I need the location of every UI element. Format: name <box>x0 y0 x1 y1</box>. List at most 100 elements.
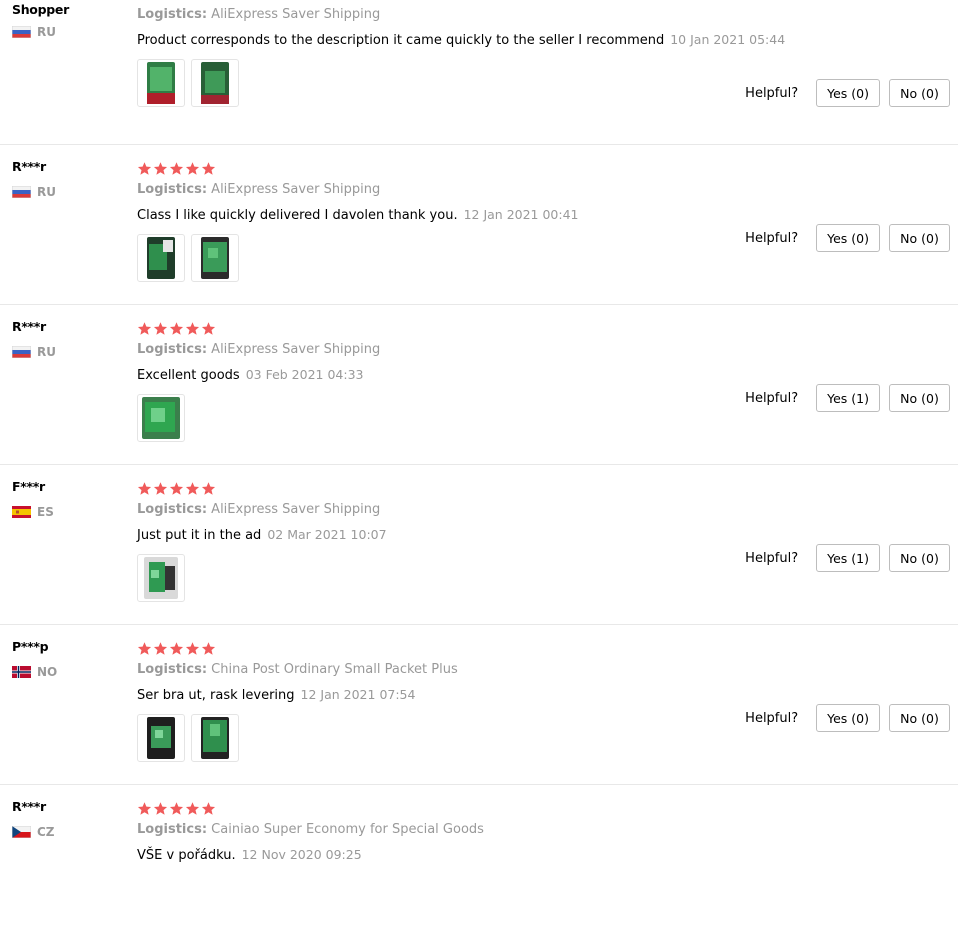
helpful-vote: Helpful? Yes (1) No (0) <box>745 544 950 572</box>
logistics-line: Logistics: Cainiao Super Economy for Spe… <box>137 822 958 838</box>
star-icon <box>201 161 216 175</box>
review-date: 02 Mar 2021 10:07 <box>267 527 387 542</box>
star-icon <box>185 0 200 1</box>
logistics-method: AliExpress Saver Shipping <box>211 182 381 197</box>
review-text: Excellent goods <box>137 368 240 383</box>
review-text: Class I like quickly delivered I davolen… <box>137 208 458 223</box>
logistics-method: AliExpress Saver Shipping <box>211 7 381 22</box>
logistics-method: AliExpress Saver Shipping <box>211 342 381 357</box>
review-text-line: Just put it in the ad 02 Mar 2021 10:07 <box>137 527 958 544</box>
reviewer-country: CZ <box>12 825 127 839</box>
country-code: CZ <box>37 825 55 839</box>
flag-ru-icon <box>12 346 31 358</box>
star-icon <box>137 801 152 815</box>
country-code: ES <box>37 505 54 519</box>
product-photo-icon <box>147 717 175 759</box>
reviewer-info: R***r RU <box>12 158 127 199</box>
reviewer-name: R***r <box>12 319 46 334</box>
reviewer-name: F***r <box>12 479 45 494</box>
star-rating <box>137 0 958 2</box>
helpful-no-button[interactable]: No (0) <box>889 704 950 732</box>
helpful-yes-button[interactable]: Yes (0) <box>816 79 880 107</box>
flag-cz-icon <box>12 826 31 838</box>
helpful-no-button[interactable]: No (0) <box>889 544 950 572</box>
star-icon <box>185 481 200 495</box>
logistics-line: Logistics: AliExpress Saver Shipping <box>137 342 958 358</box>
logistics-label: Logistics: <box>137 662 208 677</box>
flag-ru-icon <box>12 186 31 198</box>
helpful-yes-button[interactable]: Yes (1) <box>816 544 880 572</box>
star-icon <box>137 161 152 175</box>
helpful-label: Helpful? <box>745 710 799 726</box>
helpful-vote: Helpful? Yes (0) No (0) <box>745 224 950 252</box>
logistics-line: Logistics: AliExpress Saver Shipping <box>137 7 958 23</box>
logistics-method: China Post Ordinary Small Packet Plus <box>211 662 458 677</box>
review-body: Logistics: China Post Ordinary Small Pac… <box>137 639 958 762</box>
helpful-yes-button[interactable]: Yes (0) <box>816 704 880 732</box>
logistics-label: Logistics: <box>137 7 208 22</box>
reviewer-country: NO <box>12 665 127 679</box>
reviewer-name: R***r <box>12 799 46 814</box>
review-body: Logistics: AliExpress Saver Shipping Cla… <box>137 159 958 282</box>
helpful-label: Helpful? <box>745 390 799 406</box>
reviewer-country: ES <box>12 505 127 519</box>
reviewer-info: R***r RU <box>12 318 127 359</box>
helpful-label: Helpful? <box>745 85 799 101</box>
star-rating <box>137 639 958 657</box>
reviewer-name: P***p <box>12 639 49 654</box>
review-item: R***r RU Logistics: AliExpress Saver Shi… <box>0 144 958 305</box>
helpful-label: Helpful? <box>745 230 799 246</box>
review-photo-thumbnail[interactable] <box>137 714 185 762</box>
helpful-no-button[interactable]: No (0) <box>889 79 950 107</box>
country-code: RU <box>37 345 56 359</box>
review-photo-thumbnail[interactable] <box>191 714 239 762</box>
logistics-label: Logistics: <box>137 502 208 517</box>
star-icon <box>153 161 168 175</box>
review-item: AliExpress Shopper RU Logistics: AliExpr… <box>0 0 958 145</box>
reviewer-info: F***r ES <box>12 478 127 519</box>
star-icon <box>137 0 152 1</box>
star-icon <box>169 801 184 815</box>
star-icon <box>185 161 200 175</box>
product-photo-icon <box>201 62 229 104</box>
star-icon <box>169 321 184 335</box>
review-date: 12 Nov 2020 09:25 <box>241 847 362 862</box>
helpful-vote: Helpful? Yes (0) No (0) <box>745 79 950 107</box>
product-photo-icon <box>201 237 229 279</box>
star-icon <box>153 0 168 1</box>
review-photo-thumbnail[interactable] <box>191 59 239 107</box>
reviewer-info: AliExpress Shopper RU <box>12 0 127 39</box>
flag-es-icon <box>12 506 31 518</box>
flag-ru-icon <box>12 26 31 38</box>
review-photo-thumbnail[interactable] <box>137 59 185 107</box>
logistics-line: Logistics: AliExpress Saver Shipping <box>137 182 958 198</box>
reviewer-country: RU <box>12 185 127 199</box>
helpful-no-button[interactable]: No (0) <box>889 384 950 412</box>
review-date: 10 Jan 2021 05:44 <box>670 32 786 47</box>
helpful-no-button[interactable]: No (0) <box>889 224 950 252</box>
product-photo-icon <box>201 717 229 759</box>
review-photo-thumbnail[interactable] <box>137 234 185 282</box>
logistics-label: Logistics: <box>137 342 208 357</box>
star-icon <box>169 481 184 495</box>
review-photo-thumbnail[interactable] <box>191 234 239 282</box>
review-photo-thumbnail[interactable] <box>137 394 185 442</box>
helpful-yes-button[interactable]: Yes (0) <box>816 224 880 252</box>
review-text: Product corresponds to the description i… <box>137 33 665 48</box>
country-code: RU <box>37 185 56 199</box>
star-rating <box>137 319 958 337</box>
star-icon <box>153 481 168 495</box>
helpful-yes-button[interactable]: Yes (1) <box>816 384 880 412</box>
review-photo-thumbnail[interactable] <box>137 554 185 602</box>
review-body: Logistics: Cainiao Super Economy for Spe… <box>137 799 958 864</box>
star-icon <box>137 641 152 655</box>
logistics-label: Logistics: <box>137 182 208 197</box>
review-text-line: Product corresponds to the description i… <box>137 32 958 49</box>
review-item: R***r CZ Logistics: Cainiao Super Econom… <box>0 784 958 944</box>
reviewer-country: RU <box>12 25 127 39</box>
review-item: R***r RU Logistics: AliExpress Saver Shi… <box>0 304 958 465</box>
star-icon <box>185 801 200 815</box>
review-item: F***r ES Logistics: AliExpress Saver Shi… <box>0 464 958 625</box>
review-item: P***p NO Logistics: China Post Ordinary … <box>0 624 958 785</box>
review-text: Just put it in the ad <box>137 528 262 543</box>
